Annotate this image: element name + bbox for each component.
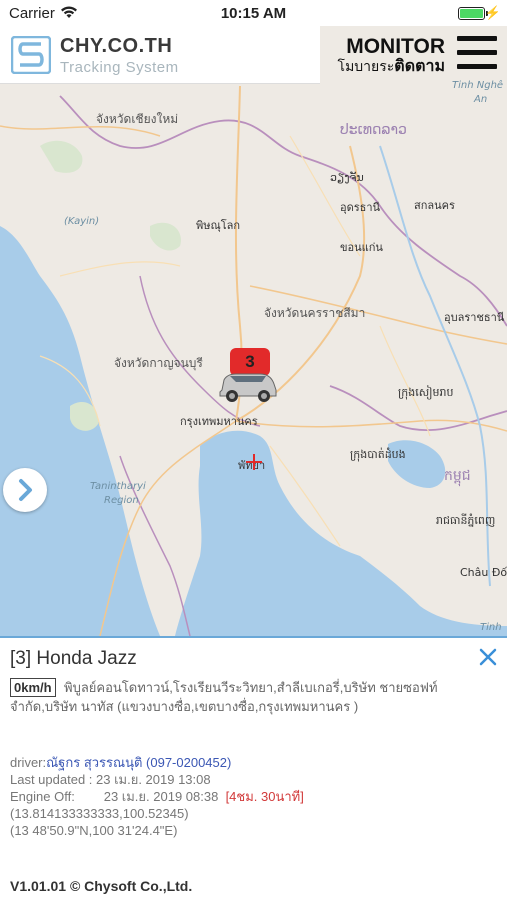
status-bar: Carrier 10:15 AM ⚡ xyxy=(0,0,507,26)
vehicle-marker[interactable]: 3 xyxy=(216,348,280,428)
map-view[interactable]: จังหวัดเชียงใหม่ ປະເທດລາວ ວຽງຈັນ อุดรธาน… xyxy=(0,26,507,636)
brand-subtitle: Tracking System xyxy=(60,59,179,76)
version-footer: V1.01.01 © Chysoft Co.,Ltd. xyxy=(10,878,193,894)
map-label: កម្ពុជ xyxy=(444,468,471,484)
charging-icon: ⚡ xyxy=(484,5,501,20)
map-label: สกลนคร xyxy=(414,199,455,212)
app-header: CHY.CO.TH Tracking System MONITOR โมบายร… xyxy=(0,26,507,84)
engine-off-time: 23 เม.ย. 2019 08:38 xyxy=(103,789,219,804)
driver-value: ณัฐกร สุวรรณนุติ (097-0200452) xyxy=(46,755,232,770)
speed-badge: 0km/h xyxy=(10,678,56,697)
map-label: Tinh xyxy=(480,622,502,633)
map-label: ປະເທດລາວ xyxy=(340,122,407,138)
brand-block: CHY.CO.TH Tracking System xyxy=(0,26,320,84)
map-label: ក្រុងបាត់ដំបង xyxy=(350,448,406,461)
map-label: อุบลราชธานี xyxy=(444,311,505,324)
map-base xyxy=(0,26,507,636)
map-label: จังหวัดนครราชสีมา xyxy=(264,306,366,320)
close-icon[interactable] xyxy=(479,648,497,666)
map-label: อุดรธานี xyxy=(340,201,381,214)
expand-side-panel-button[interactable] xyxy=(3,468,47,512)
map-label: ขอนแก่น xyxy=(340,241,383,254)
map-label: (Kayin) xyxy=(64,216,100,227)
hamburger-menu-icon[interactable] xyxy=(457,36,497,74)
map-label: พิษณุโลก xyxy=(196,219,241,232)
map-label: An xyxy=(474,94,488,105)
monitor-subtitle: โมบายระติดตาม xyxy=(337,58,445,75)
map-label: Region xyxy=(104,495,139,506)
vehicle-title: [3] Honda Jazz xyxy=(10,648,137,669)
crosshair-icon xyxy=(246,454,262,470)
map-label: Tanintharyi xyxy=(90,481,146,492)
monitor-title-block: MONITOR โมบายระติดตาม xyxy=(338,36,445,76)
engine-off-duration: [4ชม. 30นาที] xyxy=(225,789,304,804)
clock: 10:15 AM xyxy=(220,5,287,22)
chevron-right-icon xyxy=(19,479,32,501)
map-label: ក្រុងសៀមរាប xyxy=(398,386,454,399)
brand-name: CHY.CO.TH xyxy=(60,35,173,57)
map-label: จังหวัดเชียงใหม่ xyxy=(96,112,179,126)
last-updated: Last updated : 23 เม.ย. 2019 13:08 xyxy=(10,772,211,787)
map-label: ວຽງຈັນ xyxy=(330,171,364,184)
car-icon xyxy=(219,373,277,402)
map-label: Châu Đốc xyxy=(460,566,507,579)
coords-decimal: (13.814133333333,100.52345) xyxy=(10,806,189,821)
battery-icon xyxy=(458,7,488,20)
company-logo xyxy=(11,36,51,74)
vehicle-address: พิบูลย์คอนโดทาวน์,โรงเรียนวีระวิทยา,สำลี… xyxy=(10,680,438,714)
coords-dms: (13 48'50.9"N,100 31'24.4"E) xyxy=(10,823,178,838)
engine-off-row: Engine Off: 23 เม.ย. 2019 08:38 [4ชม. 30… xyxy=(10,789,304,804)
map-label: จังหวัดกาญจนบุรี xyxy=(114,356,203,370)
vehicle-detail-panel: [3] Honda Jazz พิบูลย์คอนโดทาวน์,โรงเรีย… xyxy=(0,636,507,900)
driver-row: driver:ณัฐกร สุวรรณนุติ (097-0200452) xyxy=(10,755,232,770)
map-label: រាជធានីភ្នំពេញ xyxy=(436,514,496,527)
vehicle-info: driver:ณัฐกร สุวรรณนุติ (097-0200452) La… xyxy=(10,754,304,839)
monitor-title: MONITOR xyxy=(346,35,445,58)
